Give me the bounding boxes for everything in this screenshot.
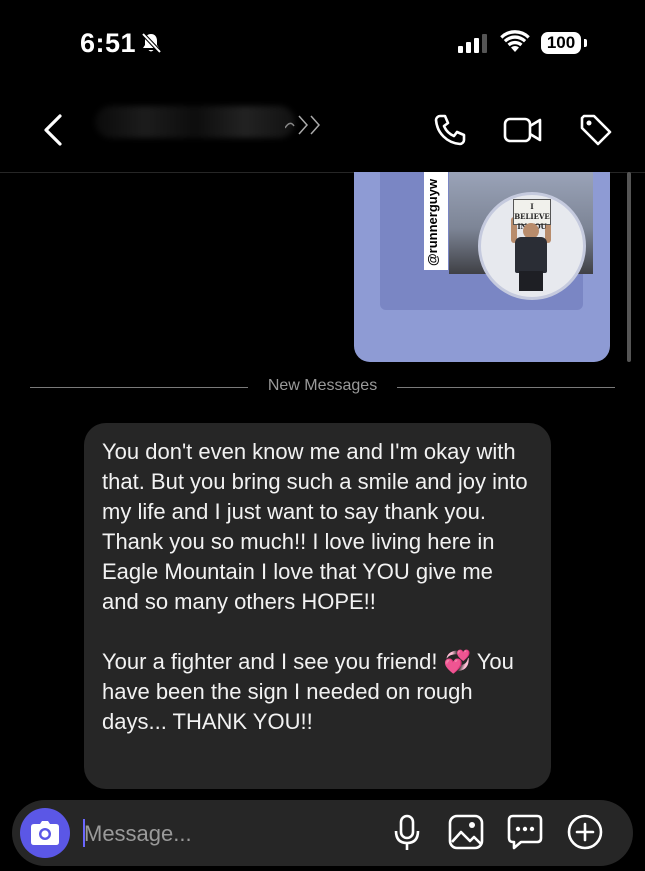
chat-header (0, 90, 645, 173)
phone-icon[interactable] (432, 112, 468, 148)
wifi-icon (500, 30, 530, 52)
name-fragment-icon (285, 115, 321, 135)
blurred-name (95, 106, 295, 138)
battery-nub (584, 39, 587, 47)
tag-icon[interactable] (578, 112, 614, 148)
camera-icon (31, 821, 59, 845)
back-icon[interactable] (40, 112, 66, 148)
message-composer (12, 800, 633, 866)
gallery-icon[interactable] (448, 814, 484, 850)
contact-name[interactable] (95, 100, 335, 144)
story-frame: @runnerguyw I BELIEVE IN YOU (380, 172, 593, 310)
sticker-icon[interactable] (507, 814, 543, 850)
story-sign: I BELIEVE IN YOU (513, 199, 551, 231)
plus-icon[interactable] (567, 814, 603, 850)
message-paragraph: You don't even know me and I'm okay with… (102, 439, 528, 614)
microphone-icon[interactable] (394, 814, 420, 852)
status-bar: 6:51 100 (0, 0, 645, 90)
shared-story-card[interactable]: @runnerguyw I BELIEVE IN YOU (354, 172, 610, 362)
camera-button[interactable] (20, 808, 70, 858)
story-avatar-photo: I BELIEVE IN YOU (478, 192, 586, 300)
scrollbar[interactable] (627, 172, 631, 362)
status-time: 6:51 (80, 28, 137, 58)
message-input[interactable] (82, 814, 346, 854)
battery-indicator: 100 (541, 32, 581, 54)
text-cursor (83, 819, 85, 847)
cell-signal-icon (458, 34, 487, 53)
message-paragraph: Your a fighter and I see you friend! 💞 Y… (102, 649, 514, 734)
divider-line-right (397, 387, 615, 388)
new-messages-divider: New Messages (267, 377, 378, 394)
received-message-bubble[interactable]: You don't even know me and I'm okay with… (84, 423, 551, 789)
person-body (515, 237, 547, 273)
video-call-icon[interactable] (503, 112, 543, 148)
story-handle: @runnerguyw (425, 178, 440, 266)
person-legs (519, 271, 543, 291)
silent-bell-icon (141, 32, 162, 54)
